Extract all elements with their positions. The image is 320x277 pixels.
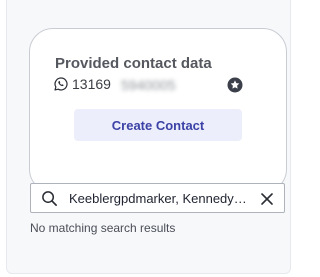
create-contact-button[interactable]: Create Contact [74,109,242,141]
card-title: Provided contact data [55,55,212,72]
whatsapp-icon [54,77,68,91]
search-box [30,183,285,213]
close-icon[interactable] [258,190,276,208]
phone-number-obscured: 5940005 [121,77,176,93]
phone-number: 13169 [72,76,111,92]
contact-data-card: Provided contact data 13169 5940005 Crea… [29,28,287,193]
search-icon [42,191,57,206]
search-input[interactable] [69,190,247,207]
contact-panel: Provided contact data 13169 5940005 Crea… [6,0,291,274]
no-results-message: No matching search results [30,221,176,235]
star-icon[interactable] [227,77,243,93]
